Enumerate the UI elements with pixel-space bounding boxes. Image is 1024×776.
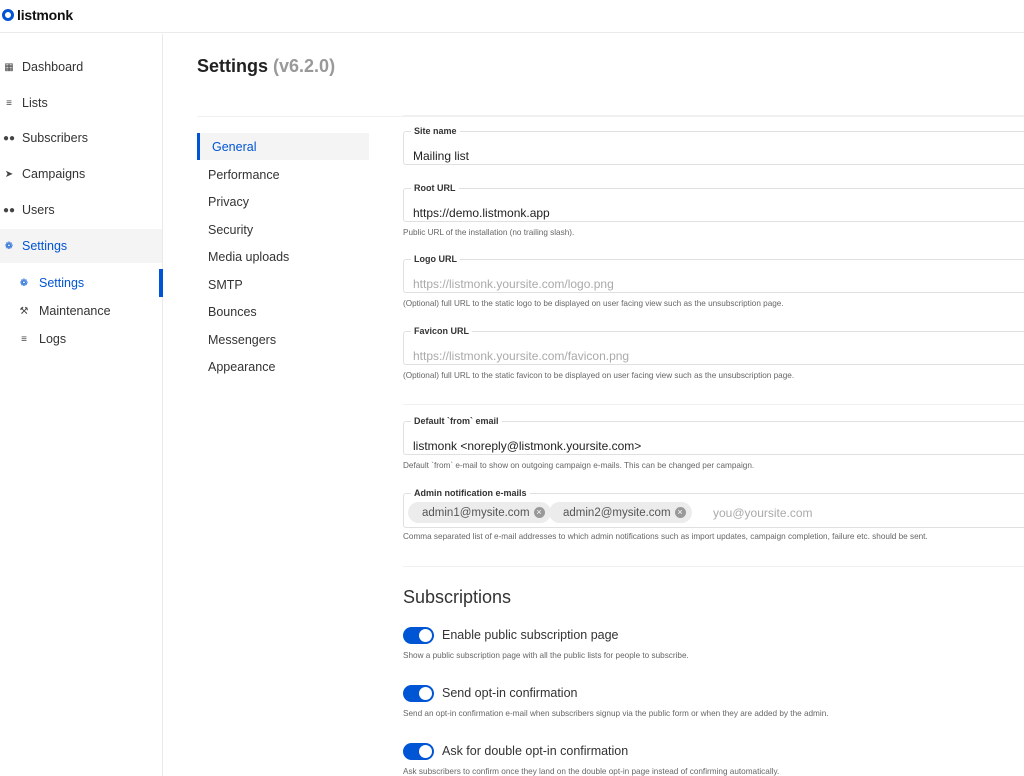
wrench-icon: ⚒ xyxy=(19,305,29,317)
favicon-url-help: (Optional) full URL to the static favico… xyxy=(403,371,795,380)
rocket-icon: ➤ xyxy=(4,168,14,180)
toggle-help: Show a public subscription page with all… xyxy=(403,651,689,660)
favicon-url-input[interactable]: https://listmonk.yoursite.com/favicon.pn… xyxy=(403,331,1024,365)
tab-messengers[interactable]: Messengers xyxy=(197,326,369,353)
dashboard-icon: ▦ xyxy=(4,61,14,73)
sidebar-item-label: Settings xyxy=(22,239,68,253)
sidebar-item-settings[interactable]: ❁ Settings xyxy=(0,229,162,263)
divider xyxy=(403,566,1024,567)
tab-appearance[interactable]: Appearance xyxy=(197,353,369,380)
sidebar-item-users[interactable]: ●● Users xyxy=(0,193,162,227)
logo-icon xyxy=(2,9,14,21)
email-tag: admin2@mysite.com × xyxy=(549,502,692,523)
sidebar-item-label: Logs xyxy=(39,332,67,346)
sidebar-item-dashboard[interactable]: ▦ Dashboard xyxy=(0,50,162,84)
sidebar-item-label: Users xyxy=(22,203,55,217)
from-email-label: Default `from` email xyxy=(411,415,502,427)
switch-knob xyxy=(419,629,432,642)
divider xyxy=(403,115,1024,116)
toggle-label: Enable public subscription page xyxy=(442,628,619,642)
root-url-label: Root URL xyxy=(411,182,459,194)
sidebar: ▦ Dashboard ≡ Lists ●● Subscribers ➤ Cam… xyxy=(0,34,163,776)
admin-emails-label: Admin notification e-mails xyxy=(411,487,530,499)
top-bar: listmonk xyxy=(0,0,1024,33)
sidebar-item-label: Maintenance xyxy=(39,304,111,318)
tab-privacy[interactable]: Privacy xyxy=(197,188,369,215)
logo-url-input[interactable]: https://listmonk.yoursite.com/logo.png xyxy=(403,259,1024,293)
logo-url-label: Logo URL xyxy=(411,253,460,265)
toggle-label: Ask for double opt-in confirmation xyxy=(442,744,629,758)
sidebar-item-lists[interactable]: ≡ Lists xyxy=(0,86,162,120)
favicon-url-placeholder: https://listmonk.yoursite.com/favicon.pn… xyxy=(413,349,630,363)
app-logo[interactable]: listmonk xyxy=(2,7,73,23)
remove-tag-icon[interactable]: × xyxy=(533,507,545,518)
tab-bounces[interactable]: Bounces xyxy=(197,298,369,325)
root-url-help: Public URL of the installation (no trail… xyxy=(403,228,575,237)
email-tag-text: admin2@mysite.com xyxy=(563,506,671,519)
users-icon: ●● xyxy=(3,132,16,144)
tab-performance[interactable]: Performance xyxy=(197,161,369,188)
remove-tag-icon[interactable]: × xyxy=(674,507,686,518)
double-optin-switch[interactable] xyxy=(403,743,434,760)
site-name-label: Site name xyxy=(411,125,460,137)
tab-media-uploads[interactable]: Media uploads xyxy=(197,243,369,270)
sidebar-item-label: Settings xyxy=(39,276,85,290)
site-name-value: Mailing list xyxy=(413,149,470,163)
sidebar-item-label: Subscribers xyxy=(22,131,88,145)
email-tag-text: admin1@mysite.com xyxy=(422,506,530,519)
page-title-text: Settings xyxy=(197,56,269,76)
toggle-help: Ask subscribers to confirm once they lan… xyxy=(403,767,780,776)
divider xyxy=(197,116,1024,117)
sidebar-subitem-maintenance[interactable]: ⚒ Maintenance xyxy=(0,297,163,325)
toggle-help: Send an opt-in confirmation e-mail when … xyxy=(403,709,829,718)
users-icon: ●● xyxy=(3,204,16,216)
from-email-help: Default `from` e-mail to show on outgoin… xyxy=(403,461,755,470)
list-icon: ≡ xyxy=(6,97,12,109)
gear-icon: ❁ xyxy=(4,240,14,252)
version-label: (v6.2.0) xyxy=(273,56,336,76)
sidebar-item-label: Dashboard xyxy=(22,60,84,74)
tab-general[interactable]: General xyxy=(197,133,369,160)
section-title-subscriptions: Subscriptions xyxy=(403,587,512,607)
sidebar-item-label: Lists xyxy=(22,96,48,110)
gear-icon: ❁ xyxy=(19,277,29,289)
main-content: Settings (v6.2.0) General Performance Pr… xyxy=(174,34,1024,776)
root-url-input[interactable]: https://demo.listmonk.app xyxy=(403,188,1024,222)
site-name-input[interactable]: Mailing list xyxy=(403,131,1024,165)
logo-url-placeholder: https://listmonk.yoursite.com/logo.png xyxy=(413,277,614,291)
toggle-label: Send opt-in confirmation xyxy=(442,686,578,700)
sidebar-item-label: Campaigns xyxy=(22,167,86,181)
from-email-value: listmonk <noreply@listmonk.yoursite.com> xyxy=(413,439,642,453)
sidebar-item-subscribers[interactable]: ●● Subscribers xyxy=(0,121,162,155)
send-optin-switch[interactable] xyxy=(403,685,434,702)
sidebar-subitem-settings[interactable]: ❁ Settings xyxy=(0,269,163,297)
admin-emails-placeholder: you@yoursite.com xyxy=(713,506,813,520)
email-tag: admin1@mysite.com × xyxy=(408,502,551,523)
tab-smtp[interactable]: SMTP xyxy=(197,271,369,298)
sidebar-subitem-logs[interactable]: ≡ Logs xyxy=(0,325,163,353)
switch-knob xyxy=(419,745,432,758)
tab-security[interactable]: Security xyxy=(197,216,369,243)
root-url-value: https://demo.listmonk.app xyxy=(413,206,550,220)
public-subscription-switch[interactable] xyxy=(403,627,434,644)
logo-url-help: (Optional) full URL to the static logo t… xyxy=(403,299,784,308)
switch-knob xyxy=(419,687,432,700)
list-icon: ≡ xyxy=(21,333,27,345)
divider xyxy=(403,404,1024,405)
admin-emails-help: Comma separated list of e-mail addresses… xyxy=(403,532,928,541)
favicon-url-label: Favicon URL xyxy=(411,325,473,337)
page-title: Settings (v6.2.0) xyxy=(197,56,335,77)
sidebar-item-campaigns[interactable]: ➤ Campaigns xyxy=(0,157,162,191)
app-name: listmonk xyxy=(17,7,73,23)
